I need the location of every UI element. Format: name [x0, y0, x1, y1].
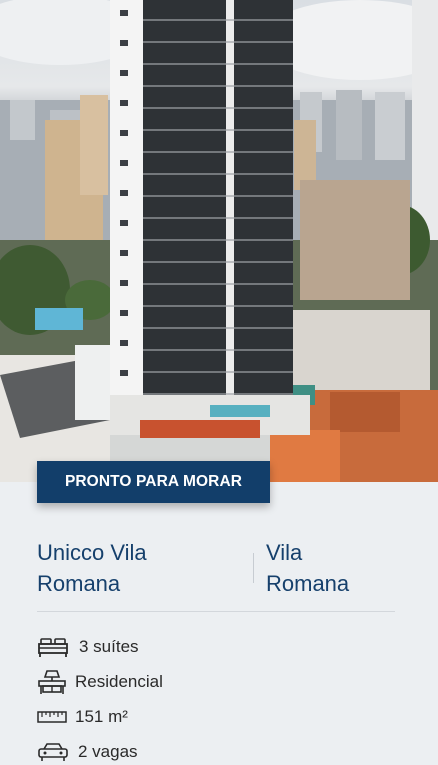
building-photo-illustration [0, 0, 438, 482]
feature-type: Residencial [37, 669, 163, 695]
building-photo[interactable] [0, 0, 438, 482]
horizontal-divider [37, 611, 395, 612]
listing-name[interactable]: Unicco Vila Romana [37, 537, 237, 599]
feature-label: 2 vagas [78, 742, 138, 761]
car-icon [37, 742, 73, 762]
neighborhood-line2: Romana [266, 571, 350, 596]
feature-parking: 2 vagas [37, 739, 138, 765]
listing-name-line2: Romana [37, 571, 121, 596]
feature-suites: 3 suítes [37, 634, 139, 660]
feature-label: 151 m² [75, 707, 128, 726]
ruler-icon [37, 710, 73, 724]
desk-lamp-icon [37, 669, 73, 695]
feature-area: 151 m² [37, 704, 128, 730]
bed-icon [37, 636, 73, 658]
neighborhood: Vila Romana [266, 537, 416, 599]
listing-name-line1: Unicco Vila [37, 540, 147, 565]
feature-label: 3 suítes [79, 637, 139, 656]
ready-to-move-badge: PRONTO PARA MORAR [37, 461, 270, 503]
feature-label: Residencial [75, 672, 163, 691]
badge-label: PRONTO PARA MORAR [64, 473, 243, 490]
vertical-divider [253, 553, 254, 583]
neighborhood-line1: Vila [266, 540, 303, 565]
